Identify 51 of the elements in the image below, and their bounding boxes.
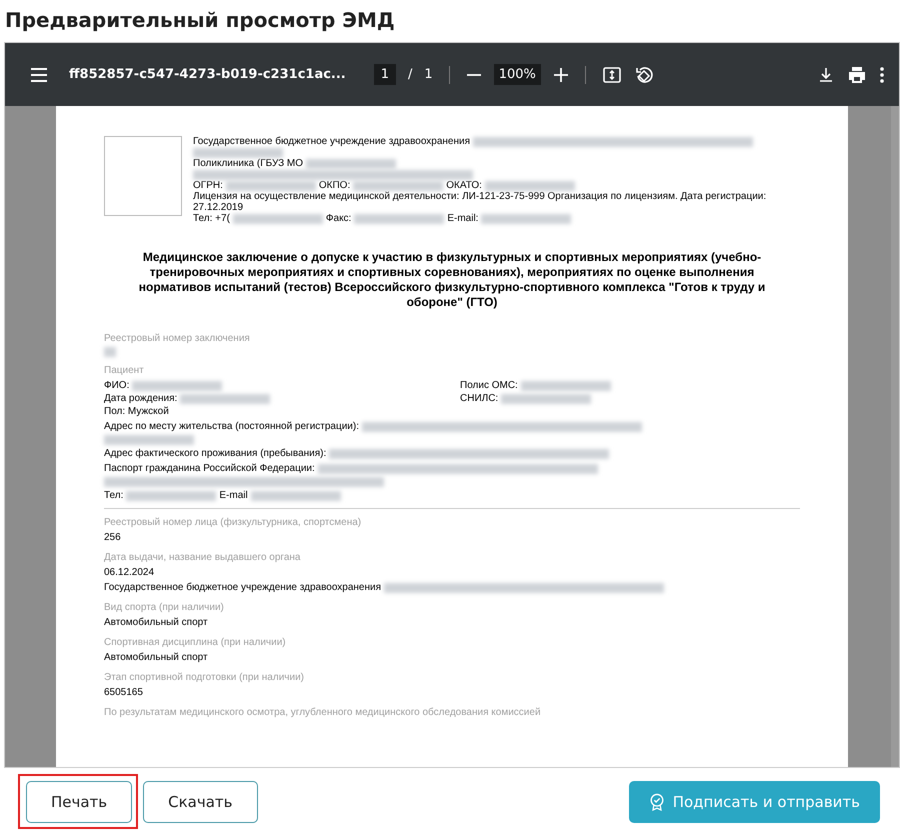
file-name: ff852857-c547-4273-b019-c231c1ac... xyxy=(69,67,346,82)
page-total: 1 xyxy=(424,67,433,82)
field-value: E-mail xyxy=(219,489,248,502)
rotate-icon[interactable] xyxy=(634,64,654,84)
field-value: Адрес по месту жительства (постоянной регистрации): xyxy=(104,420,359,433)
org-text: ОКПО: xyxy=(318,180,350,191)
fit-page-icon[interactable] xyxy=(602,64,622,84)
zoom-field[interactable]: 100% xyxy=(494,64,541,85)
action-button[interactable]: Скачать xyxy=(143,781,258,823)
field-caption: Реестровый номер заключения xyxy=(104,332,251,345)
org-text: Государственное бюджетное учреждение здравоохранения xyxy=(193,136,470,147)
more-options-icon[interactable] xyxy=(879,66,885,84)
field-caption: По результатам медицинского осмотра, углубленного медицинского обследования комиссией xyxy=(104,706,542,719)
download-icon[interactable] xyxy=(817,66,835,84)
page-number-field[interactable]: 1 xyxy=(374,64,396,85)
page-title: Предварительный просмотр ЭМД xyxy=(4,7,396,34)
document-heading: Медицинское заключение о допуске к участию в физкультурных и спортивных мероприятиях (учебно-тренировочных мероприятиях и спортивных соревнованиях), мероприятиях по оценке выполнения нормативов испытаний (тестов) Всероссийского физкультурно-спортивного комплекса "Готов к труду и обороне" (ГТО) xyxy=(138,250,766,310)
zoom-in-icon[interactable] xyxy=(552,66,569,82)
field-value: СНИЛС: xyxy=(460,392,498,405)
field-caption: Вид спорта (при наличии) xyxy=(104,601,225,614)
org-text: Поликлиника (ГБУЗ МО xyxy=(193,158,304,169)
org-text: ОГРН: xyxy=(193,180,223,191)
org-text: ОКАТО: xyxy=(446,180,482,191)
badge-icon xyxy=(648,793,665,811)
field-value: Паспорт гражданина Российской Федерации: xyxy=(104,462,315,475)
field-value: 06.12.2024 xyxy=(104,566,154,579)
field-value: Пол: Мужской xyxy=(104,405,169,418)
field-value: Государственное бюджетное учреждение здравоохранения xyxy=(104,581,382,594)
redacted-text xyxy=(104,347,116,357)
field-caption: Этап спортивной подготовки (при наличии) xyxy=(104,671,305,684)
field-value: Полис ОМС: xyxy=(460,379,518,392)
field-value: ФИО: xyxy=(104,379,130,392)
org-text: Лицензия на осуществление медицинской деятельности: ЛИ-121-23-75-999 Организация по лицензиям. Дата регистрации: 27.12.2019 xyxy=(193,191,768,213)
field-value: Адрес фактического проживания (пребывания): xyxy=(104,447,326,460)
print-icon[interactable] xyxy=(847,64,867,84)
scrollbar[interactable] xyxy=(891,106,899,767)
field-caption: Дата выдачи, название выдавшего органа xyxy=(104,551,302,564)
field-caption: Спортивная дисциплина (при наличии) xyxy=(104,636,287,649)
field-value: 256 xyxy=(104,531,121,544)
org-text: E-mail: xyxy=(447,213,478,224)
field-value: Тел: xyxy=(104,489,124,502)
field-caption: Пациент xyxy=(104,364,145,377)
page-separator: / xyxy=(408,67,412,82)
action-button[interactable]: Печать xyxy=(26,781,132,823)
field-value: 6505165 xyxy=(104,686,143,699)
field-value: Автомобильный спорт xyxy=(104,651,208,664)
field-value: Дата рождения: xyxy=(104,392,178,405)
org-text: Тел: +7( xyxy=(193,213,230,224)
field-value: Автомобильный спорт xyxy=(104,616,208,629)
field-caption: Реестровый номер лица (физкультурника, спортсмена) xyxy=(104,516,362,529)
org-text: Факс: xyxy=(326,213,352,224)
